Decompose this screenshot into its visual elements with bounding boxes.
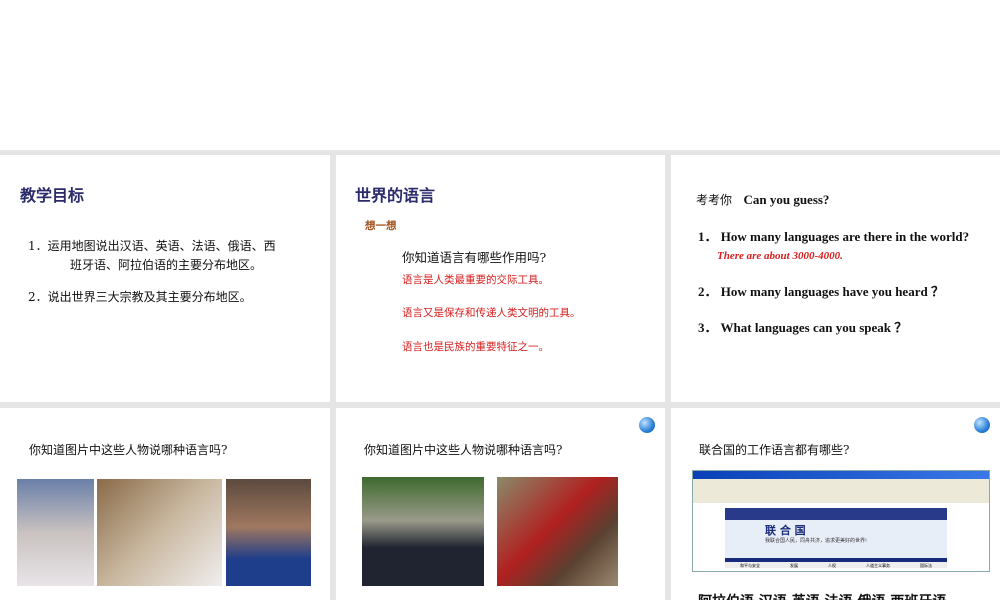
slide-can-you-guess[interactable]: 考考你 Can you guess? 1． How many languages… <box>671 155 1000 402</box>
photo-leaders-handshake <box>362 477 484 586</box>
heading: 考考你 Can you guess? <box>696 191 829 208</box>
answer: There are about 3000-4000. <box>717 250 843 262</box>
un-nav-item[interactable]: 国际法 <box>920 563 932 569</box>
photo-arab-men-camel <box>97 479 222 586</box>
un-tagline: 我联合国人民，同舟共济，追求更美好的世界! <box>765 538 868 544</box>
slide-teaching-goals[interactable]: 教学目标 1．运用地图说出汉语、英语、法语、俄语、西 班牙语、阿拉伯语的主要分布… <box>0 155 330 402</box>
answer: 语言也是民族的重要特征之一。 <box>402 341 549 353</box>
question: 3． What languages can you speak ？ <box>698 320 908 335</box>
un-nav-item[interactable]: 人权 <box>828 563 836 569</box>
photo-football-player <box>226 479 311 586</box>
question: 1． How many languages are there in the w… <box>698 229 970 244</box>
un-nav: 和平与安全 发展 人权 人道主义事务 国际法 <box>725 563 947 569</box>
slide-title: 教学目标 <box>20 186 85 205</box>
un-nav-item[interactable]: 发展 <box>790 563 798 569</box>
question: 2． How many languages have you heard ？ <box>698 284 944 299</box>
goal-item-cont: 班牙语、阿拉伯语的主要分布地区。 <box>70 258 263 272</box>
un-site-title: 联 合 国 <box>765 524 806 537</box>
slide-people-1[interactable]: 你知道图片中这些人物说哪种语言吗? <box>0 408 330 600</box>
goal-item: 1．运用地图说出汉语、英语、法语、俄语、西 <box>28 239 276 253</box>
think-label: 想一想 <box>365 220 397 232</box>
languages-list: 阿拉伯语 汉语 英语 法语 俄语 西班牙语 <box>698 591 946 600</box>
blank-header-area <box>0 0 1000 150</box>
slide-un-languages[interactable]: 联合国的工作语言都有哪些? 联 合 国 我联合国人民，同舟共济，追求更美好的世界… <box>671 408 1000 600</box>
browser-titlebar <box>693 471 989 479</box>
un-nav-item[interactable]: 和平与安全 <box>740 563 760 569</box>
un-website: 联 合 国 我联合国人民，同舟共济，追求更美好的世界! 和平与安全 发展 人权 … <box>725 508 947 568</box>
globe-icon[interactable] <box>639 417 655 433</box>
answer: 语言又是保存和传递人类文明的工具。 <box>402 307 581 319</box>
un-nav-item[interactable]: 人道主义事务 <box>866 563 890 569</box>
photo-bullfight <box>497 477 618 586</box>
slide-title: 世界的语言 <box>355 186 436 205</box>
globe-icon[interactable] <box>974 417 990 433</box>
question: 你知道图片中这些人物说哪种语言吗? <box>364 443 563 457</box>
goal-item: 2．说出世界三大宗教及其主要分布地区。 <box>28 290 252 304</box>
browser-screenshot: 联 合 国 我联合国人民，同舟共济，追求更美好的世界! 和平与安全 发展 人权 … <box>692 470 990 572</box>
heading-cn: 考考你 <box>696 193 733 207</box>
slide-people-2[interactable]: 你知道图片中这些人物说哪种语言吗? <box>336 408 665 600</box>
browser-content: 联 合 国 我联合国人民，同舟共济，追求更美好的世界! 和平与安全 发展 人权 … <box>693 503 989 571</box>
question: 你知道图片中这些人物说哪种语言吗? <box>29 443 228 457</box>
answer: 语言是人类最重要的交际工具。 <box>402 274 549 286</box>
heading-en: Can you guess? <box>743 192 830 207</box>
question: 联合国的工作语言都有哪些? <box>699 443 850 457</box>
photo-queen <box>17 479 94 586</box>
slide-world-languages[interactable]: 世界的语言 想一想 你知道语言有哪些作用吗? 语言是人类最重要的交际工具。 语言… <box>336 155 665 402</box>
question: 你知道语言有哪些作用吗? <box>402 250 547 265</box>
